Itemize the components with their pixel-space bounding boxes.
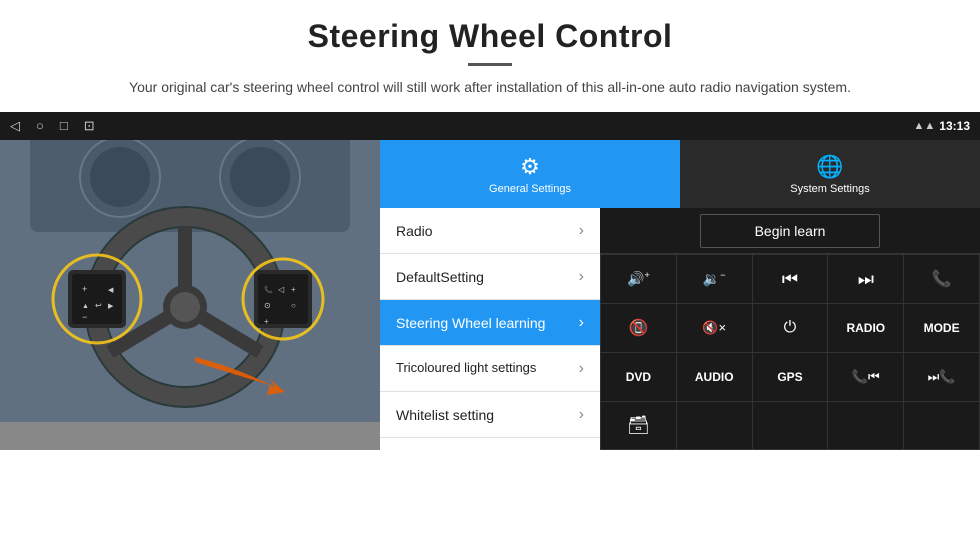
hang-up-button[interactable]: 📵 — [601, 304, 676, 352]
steering-wheel-image: + ▲ − ↩ ◀ ▶ 📞 ⊙ + ◁ + ○ — [0, 112, 380, 422]
tel-prev-button[interactable]: 📞⏮ — [828, 353, 903, 401]
controls-grid: 🔊+ 🔉− ⏮ ⏭ 📞 📵 — [600, 254, 980, 450]
wifi-icon: ▲▲ — [914, 120, 936, 132]
settings-panel: ▲▲ 13:13 ⚙ General Settings 🌐 System Set… — [380, 112, 980, 450]
hang-up-icon: 📵 — [628, 318, 648, 338]
android-nav-buttons: ◁ ○ □ ⊡ — [10, 118, 95, 134]
menu-item-whitelist[interactable]: Whitelist setting › — [380, 392, 600, 438]
svg-text:−: − — [82, 312, 87, 322]
svg-text:○: ○ — [291, 301, 296, 310]
dvd-btn[interactable]: DVD — [601, 353, 676, 401]
tab-general-label: General Settings — [489, 183, 571, 195]
scan-icon-button[interactable]: 🗃 — [601, 402, 676, 450]
clock: 13:13 — [939, 119, 970, 133]
android-header: ◁ ○ □ ⊡ — [0, 112, 380, 140]
title-divider — [468, 63, 512, 66]
empty-btn-4 — [904, 402, 979, 450]
phone-button[interactable]: 📞 — [904, 255, 979, 303]
svg-text:▲: ▲ — [82, 303, 89, 310]
power-button[interactable]: ⏻ — [753, 304, 828, 352]
svg-text:⊙: ⊙ — [264, 301, 271, 310]
menu-item-tricoloured[interactable]: Tricoloured light settings › — [380, 346, 600, 392]
radio-btn[interactable]: RADIO — [828, 304, 903, 352]
radio-label: RADIO — [846, 321, 885, 335]
tab-bar: ⚙ General Settings 🌐 System Settings — [380, 140, 980, 208]
empty-btn-1 — [677, 402, 752, 450]
power-icon: ⏻ — [784, 319, 797, 337]
svg-text:◁: ◁ — [278, 285, 285, 294]
chevron-icon-radio: › — [579, 222, 584, 240]
chevron-icon-tri: › — [579, 360, 584, 378]
content-row: + ▲ − ↩ ◀ ▶ 📞 ⊙ + ◁ + ○ — [0, 112, 980, 450]
scan-icon: 🗃 — [627, 415, 650, 436]
page-title: Steering Wheel Control — [40, 18, 940, 55]
svg-text:↩: ↩ — [95, 301, 102, 310]
menu-item-default[interactable]: DefaultSetting › — [380, 254, 600, 300]
mute-button[interactable]: 🔇× — [677, 304, 752, 352]
svg-text:📞: 📞 — [264, 285, 273, 294]
next-track-button[interactable]: ⏭ — [828, 255, 903, 303]
general-settings-icon: ⚙ — [520, 154, 540, 180]
header-section: Steering Wheel Control Your original car… — [0, 0, 980, 112]
page-subtitle: Your original car's steering wheel contr… — [40, 76, 940, 98]
gps-label: GPS — [777, 370, 802, 384]
system-settings-icon: 🌐 — [816, 154, 843, 180]
menu-nav-icon[interactable]: ⊡ — [84, 118, 95, 134]
audio-label: AUDIO — [695, 370, 734, 384]
recents-nav-icon[interactable]: □ — [60, 118, 68, 134]
begin-learn-row: Begin learn — [600, 208, 980, 254]
right-controls: Begin learn 🔊+ 🔉− ⏮ ⏭ — [600, 208, 980, 450]
begin-learn-button[interactable]: Begin learn — [700, 214, 880, 248]
gps-btn[interactable]: GPS — [753, 353, 828, 401]
chevron-icon-steering: › — [579, 314, 584, 332]
vol-up-button[interactable]: 🔊+ — [601, 255, 676, 303]
phone-icon: 📞 — [932, 269, 952, 289]
next-track-icon: ⏭ — [858, 269, 874, 290]
menu-item-radio[interactable]: Radio › — [380, 208, 600, 254]
left-menu: Radio › DefaultSetting › Steering Wheel … — [380, 208, 600, 450]
empty-btn-3 — [828, 402, 903, 450]
chevron-icon-whitelist: › — [579, 406, 584, 424]
mode-label: MODE — [924, 321, 960, 335]
audio-btn[interactable]: AUDIO — [677, 353, 752, 401]
home-nav-icon[interactable]: ○ — [36, 118, 44, 134]
tab-system-settings[interactable]: 🌐 System Settings — [680, 140, 980, 208]
empty-btn-2 — [753, 402, 828, 450]
dvd-label: DVD — [626, 370, 651, 384]
vol-down-button[interactable]: 🔉− — [677, 255, 752, 303]
tab-general-settings[interactable]: ⚙ General Settings — [380, 140, 680, 208]
mute-icon: 🔇× — [702, 320, 726, 336]
menu-item-steering[interactable]: Steering Wheel learning › — [380, 300, 600, 346]
tab-system-label: System Settings — [790, 183, 869, 195]
vol-up-icon: 🔊+ — [627, 270, 650, 288]
svg-text:▶: ▶ — [108, 303, 114, 310]
back-nav-icon[interactable]: ◁ — [10, 118, 20, 134]
tel-next-icon: ⏭📞 — [928, 369, 956, 385]
mode-btn[interactable]: MODE — [904, 304, 979, 352]
chevron-icon-default: › — [579, 268, 584, 286]
tel-next-button[interactable]: ⏭📞 — [904, 353, 979, 401]
svg-text:+: + — [82, 284, 87, 294]
svg-text:+: + — [264, 317, 269, 326]
status-bar: ▲▲ 13:13 — [380, 112, 980, 140]
settings-body: Radio › DefaultSetting › Steering Wheel … — [380, 208, 980, 450]
tel-prev-icon: 📞⏮ — [852, 369, 880, 385]
car-image-area: + ▲ − ↩ ◀ ▶ 📞 ⊙ + ◁ + ○ — [0, 112, 380, 450]
svg-text:◀: ◀ — [108, 287, 114, 294]
prev-track-button[interactable]: ⏮ — [753, 255, 828, 303]
svg-text:+: + — [291, 285, 296, 294]
prev-track-icon: ⏮ — [782, 269, 798, 290]
vol-down-icon: 🔉− — [703, 270, 726, 288]
